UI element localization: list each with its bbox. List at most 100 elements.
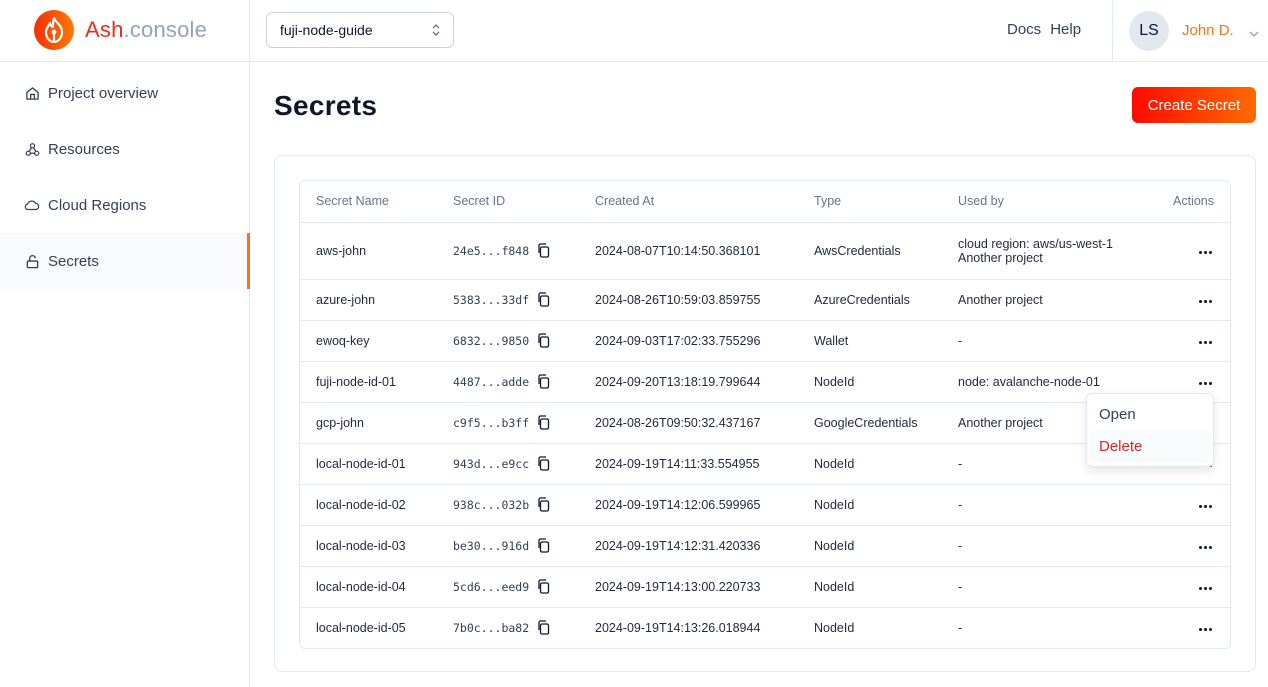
sidebar-item-resources[interactable]: Resources xyxy=(0,121,249,177)
secret-type: NodeId xyxy=(814,566,958,608)
secret-id: be30...916d xyxy=(453,538,530,553)
created-at: 2024-08-26T10:59:03.859755 xyxy=(595,279,814,321)
secret-name: azure-john xyxy=(300,279,453,321)
secret-name: local-node-id-01 xyxy=(300,443,453,485)
copy-icon[interactable] xyxy=(536,497,550,512)
header-links: Docs Help xyxy=(1007,21,1081,38)
more-actions-icon[interactable] xyxy=(1197,247,1214,258)
menu-item-open[interactable]: Open xyxy=(1091,398,1209,430)
secret-id-cell: 5cd6...eed9 xyxy=(453,566,595,608)
sidebar-item-label: Cloud Regions xyxy=(48,196,147,214)
chevron-down-icon[interactable] xyxy=(1249,25,1259,43)
row-actions-menu: Open Delete xyxy=(1086,393,1214,467)
used-by-entry: cloud region: aws/us-west-1 xyxy=(958,236,1113,251)
brand-logo-link[interactable]: Ash.console xyxy=(34,10,207,50)
created-at: 2024-08-26T09:50:32.437167 xyxy=(595,402,814,444)
secret-type: Wallet xyxy=(814,320,958,362)
secret-name: aws-john xyxy=(300,222,453,280)
secret-name: local-node-id-05 xyxy=(316,620,406,635)
secret-type: NodeId xyxy=(814,620,855,635)
chevron-up-down-icon xyxy=(431,22,441,41)
column-header-actions: Actions xyxy=(1158,181,1230,223)
table-row[interactable]: local-node-id-02 938c...032b 2024-09-19T14… xyxy=(300,484,1230,526)
created-at: 2024-09-03T17:02:33.755296 xyxy=(595,320,814,362)
secret-id-cell: c9f5...b3ff xyxy=(453,402,595,444)
secret-id-cell: 943d...e9cc xyxy=(453,443,595,485)
more-actions-icon[interactable] xyxy=(1197,378,1214,389)
copy-icon[interactable] xyxy=(536,374,550,389)
actions-cell xyxy=(1158,525,1230,567)
created-at: 2024-08-07T10:14:50.368101 xyxy=(595,222,814,280)
more-actions-icon[interactable] xyxy=(1197,337,1214,348)
sidebar-item-label: Resources xyxy=(48,140,120,158)
table-row[interactable]: azure-john 5383...33df 2024-08-26T10:59:03… xyxy=(300,279,1230,321)
sidebar-item-project-overview[interactable]: Project overview xyxy=(0,65,249,121)
table-row[interactable]: ewoq-key 6832...9850 2024-09-03T17:02:33.7… xyxy=(300,320,1230,362)
used-by-entry: - xyxy=(958,579,963,594)
actions-cell xyxy=(1158,607,1230,648)
more-actions-icon[interactable] xyxy=(1197,542,1214,553)
sidebar-item-label: Project overview xyxy=(48,84,159,102)
cloud-icon xyxy=(24,197,40,213)
table-row[interactable]: aws-john 24e5...f848 2024-08-07T10:14:50.3… xyxy=(300,222,1230,280)
copy-icon[interactable] xyxy=(536,579,550,594)
page-title: Secrets xyxy=(274,90,378,121)
docs-link[interactable]: Docs xyxy=(1007,21,1041,38)
created-at: 2024-09-19T14:11:33.554955 xyxy=(595,443,814,485)
secret-id: 24e5...f848 xyxy=(453,243,530,258)
avatar[interactable]: LS xyxy=(1129,11,1169,51)
more-actions-icon[interactable] xyxy=(1197,583,1214,594)
secret-type: NodeId xyxy=(814,525,958,567)
secret-type: AzureCredentials xyxy=(814,279,958,321)
sidebar-item-secrets[interactable]: Secrets xyxy=(0,233,250,289)
unlock-icon xyxy=(24,253,40,269)
actions-cell xyxy=(1158,279,1230,321)
secret-id: 5cd6...eed9 xyxy=(453,579,530,594)
used-by: cloud region: aws/us-west-1 Another proje… xyxy=(958,222,1158,280)
table-row[interactable]: local-node-id-04 5cd6...eed9 2024-09-19T14… xyxy=(300,566,1230,608)
secret-name: local-node-id-04 xyxy=(300,566,453,608)
more-actions-icon[interactable] xyxy=(1197,501,1214,512)
secret-type: NodeId xyxy=(814,443,958,485)
brand-name: Ash.console xyxy=(85,17,207,43)
table-row[interactable]: local-node-id-05 7b0c...ba82 2024-09-19T14… xyxy=(300,607,1230,648)
created-at: 2024-09-19T14:12:31.420336 xyxy=(595,525,814,567)
copy-icon[interactable] xyxy=(536,456,550,471)
brand-name-main: Ash xyxy=(85,17,124,42)
used-by-entry: Another project xyxy=(958,292,1043,307)
more-actions-icon[interactable] xyxy=(1197,624,1214,635)
secret-id-cell: be30...916d xyxy=(453,525,595,567)
secret-id: 4487...adde xyxy=(453,374,530,389)
secret-name: ewoq-key xyxy=(300,320,453,362)
secret-id: 943d...e9cc xyxy=(453,456,530,471)
used-by-entry: Another project xyxy=(958,250,1043,265)
secret-id-cell: 6832...9850 xyxy=(453,320,595,362)
copy-icon[interactable] xyxy=(536,415,550,430)
table-row[interactable]: local-node-id-03 be30...916d 2024-09-19T14… xyxy=(300,525,1230,567)
used-by: Another project xyxy=(958,279,1158,321)
secret-id: 7b0c...ba82 xyxy=(453,620,530,635)
menu-item-delete[interactable]: Delete xyxy=(1091,430,1209,462)
copy-icon[interactable] xyxy=(536,538,550,553)
copy-icon[interactable] xyxy=(536,620,550,635)
flame-logo-icon xyxy=(34,10,74,50)
used-by-entry: node: avalanche-node-01 xyxy=(958,374,1100,389)
table-header-row: Secret Name Secret ID Created At Type Us… xyxy=(300,181,1230,223)
help-link[interactable]: Help xyxy=(1050,21,1081,38)
secret-id: 5383...33df xyxy=(453,292,530,307)
brand-name-suffix: .console xyxy=(123,17,208,42)
used-by: - xyxy=(958,484,1158,526)
copy-icon[interactable] xyxy=(536,243,550,258)
secret-name: fuji-node-id-01 xyxy=(300,361,453,403)
create-secret-button[interactable]: Create Secret xyxy=(1132,87,1256,123)
copy-icon[interactable] xyxy=(536,292,550,307)
user-menu-name[interactable]: John D. xyxy=(1182,22,1234,39)
created-at: 2024-09-19T14:13:26.018944 xyxy=(595,620,761,635)
copy-icon[interactable] xyxy=(536,333,550,348)
column-header-secret-id: Secret ID xyxy=(453,181,595,223)
sidebar-item-cloud-regions[interactable]: Cloud Regions xyxy=(0,177,249,233)
more-actions-icon[interactable] xyxy=(1197,296,1214,307)
top-bar: Ash.console fuji-node-guide Docs Help LS… xyxy=(0,0,1268,62)
column-header-created-at: Created At xyxy=(595,181,814,223)
project-select[interactable]: fuji-node-guide xyxy=(266,12,454,48)
